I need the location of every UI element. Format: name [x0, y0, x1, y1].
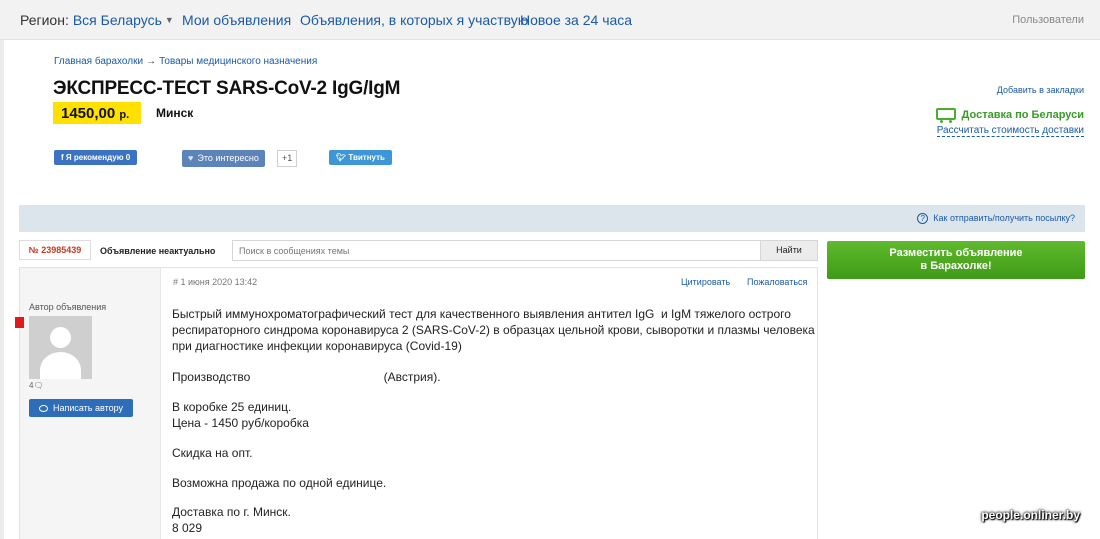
avatar-head [50, 327, 71, 348]
question-icon: ? [917, 213, 929, 224]
comment-icon: 🗨︎ [33, 381, 44, 390]
post-ad-button[interactable]: Разместить объявление в Барахолке! [827, 241, 1085, 279]
post-ad-line2: в Барахолке! [920, 260, 992, 272]
topic-search-input[interactable] [233, 241, 759, 260]
facebook-recommend-button[interactable]: f Я рекомендую 0 [54, 150, 138, 165]
complain-link[interactable]: Пожаловаться [747, 277, 807, 287]
nav-my-ads[interactable]: Мои объявления [182, 12, 291, 28]
top-bar: Регион: Вся Беларусь ▼ Мои объявления Объя… [0, 0, 1100, 40]
tweet-label: Твитнуть [348, 153, 385, 162]
post-line: Доставка по г. Минск. [172, 505, 291, 519]
interesting-label: Это интересно [197, 153, 259, 163]
watermark: people.onliner.by [981, 508, 1080, 522]
post-line: Скидка на опт. [172, 446, 253, 460]
avatar-body [40, 352, 81, 379]
post-line: Производство (Австрия). [172, 370, 441, 384]
breadcrumb-home[interactable]: Главная барахолки [54, 56, 143, 67]
write-author-label: Написать автору [52, 403, 124, 413]
author-message-count: 4🗨︎ [29, 381, 44, 390]
chat-icon [38, 405, 48, 412]
post-date[interactable]: # 1 июня 2020 13:42 [173, 277, 257, 287]
delivery-label: Доставка по Беларуси [961, 109, 1084, 121]
twitter-icon: 🐦︎ [336, 153, 347, 162]
tweet-button[interactable]: 🐦︎ Твитнуть [329, 150, 392, 165]
region-selector[interactable]: Регион: Вся Беларусь ▼ [20, 12, 174, 28]
online-flag-icon [15, 317, 24, 328]
interesting-count: +1 [277, 150, 298, 167]
heart-icon: ♥ [188, 153, 194, 163]
price-currency: р. [119, 109, 130, 121]
shipping-help-link[interactable]: ? Как отправить/получить посылку? [917, 213, 1075, 224]
price-value: 1450,00 [61, 105, 116, 122]
breadcrumb: Главная барахолки → Товары медицинского на… [54, 56, 317, 67]
price-badge: 1450,00 р. [53, 102, 141, 124]
truck-icon [935, 108, 956, 123]
ad-number: № 23985439 [19, 240, 91, 260]
post-line: 8 029 [172, 521, 203, 535]
post-line: респираторного синдрома коронавируса 2 (… [172, 323, 815, 337]
chevron-down-icon[interactable]: ▼ [165, 15, 174, 25]
post-line: В коробке 25 единиц. [172, 400, 292, 414]
quote-link[interactable]: Цитировать [681, 277, 730, 287]
topic-search: Найти [232, 240, 818, 261]
write-author-button[interactable]: Написать автору [29, 399, 133, 417]
post-ad-line1: Разместить объявление [889, 247, 1023, 259]
region-value[interactable]: Вся Беларусь [73, 12, 162, 28]
post-author-panel: Автор объявления 4🗨︎ Написать автору [15, 268, 161, 539]
breadcrumb-arrow: → [146, 56, 157, 67]
post-line: Быстрый иммунохроматографический тест дл… [172, 307, 791, 321]
region-label: Регион: [20, 12, 69, 28]
breadcrumb-category[interactable]: Товары медицинского назначения [159, 56, 317, 67]
add-bookmark-link[interactable]: Добавить в закладки [997, 85, 1084, 95]
author-label: Автор объявления [29, 302, 107, 312]
post: Автор объявления 4🗨︎ Написать автору # 1… [15, 267, 818, 539]
page-edge [0, 40, 4, 539]
avatar[interactable] [29, 316, 92, 379]
calc-delivery-link[interactable]: Рассчитать стоимость доставки [936, 125, 1084, 137]
delivery-link[interactable]: Доставка по Беларуси [935, 106, 1084, 123]
ad-status: Объявление неактуально [100, 246, 216, 256]
info-bar: ? Как отправить/получить посылку? [19, 205, 1085, 232]
post-line: Цена - 1450 руб/коробка [172, 416, 309, 430]
nav-new-24h[interactable]: Новое за 24 часа [520, 12, 632, 28]
nav-participating-ads[interactable]: Объявления, в которых я участвую [300, 12, 528, 28]
search-button[interactable]: Найти [760, 241, 817, 260]
post-line: Возможна продажа по одной единице. [172, 476, 387, 490]
post-line: при диагностике инфекции коронавируса (C… [172, 339, 462, 353]
interesting-button[interactable]: ♥ Это интересно [182, 150, 265, 167]
nav-users[interactable]: Пользователи [1012, 14, 1084, 26]
city-label: Минск [156, 106, 194, 120]
page-title: ЭКСПРЕСС-ТЕСТ SARS-CoV-2 IgG/IgM [53, 78, 401, 99]
shipping-help-label: Как отправить/получить посылку? [933, 213, 1075, 223]
